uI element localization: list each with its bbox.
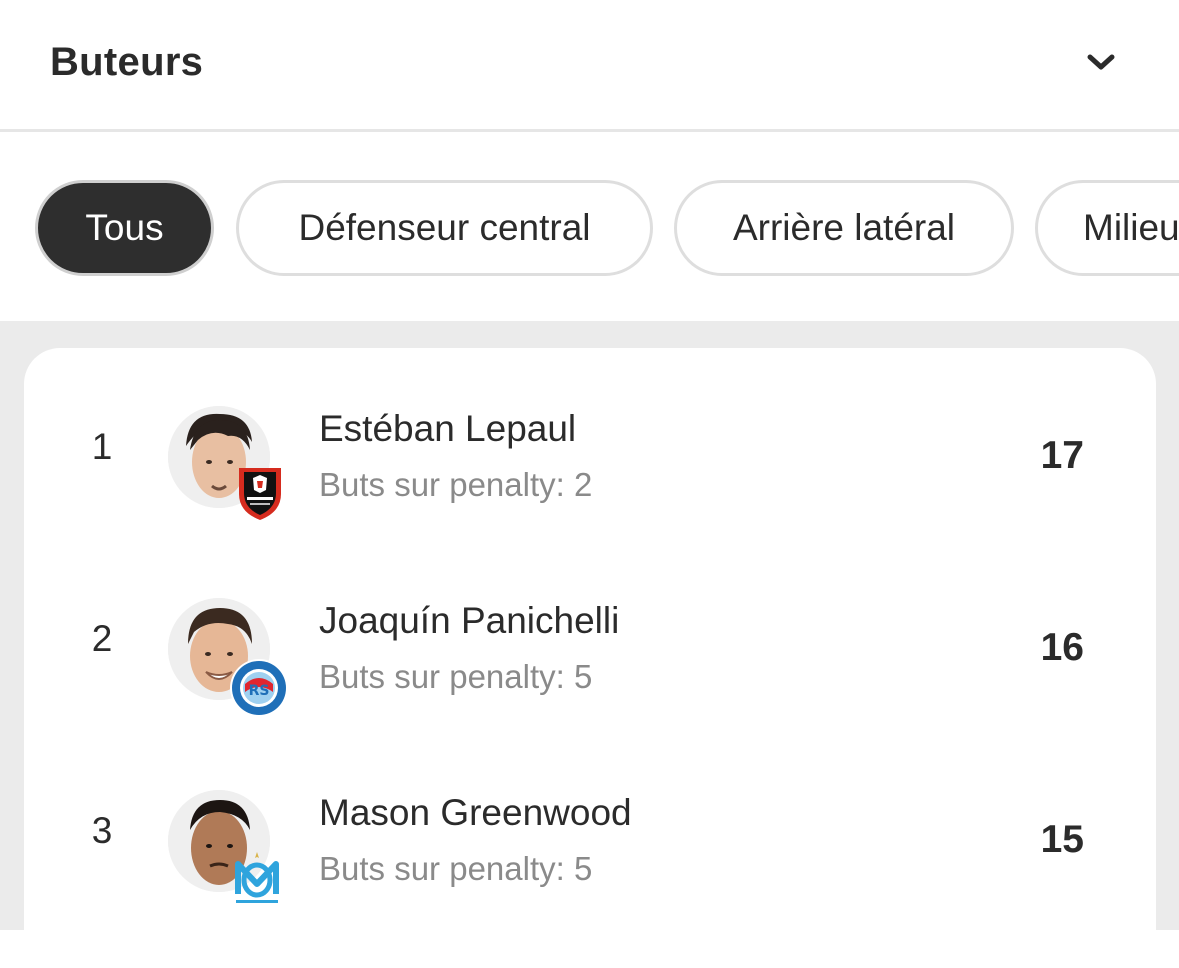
rc-strasbourg-badge-icon: RS (229, 658, 289, 718)
filter-chip-tous[interactable]: Tous (35, 180, 214, 276)
chevron-down-icon[interactable] (1086, 50, 1116, 74)
section-header[interactable]: Buteurs (0, 0, 1179, 132)
penalty-goals-text: Buts sur penalty: 2 (319, 466, 593, 503)
player-name: Joaquín Panichelli (319, 600, 620, 641)
penalty-goals-text: Buts sur penalty: 5 (319, 850, 593, 887)
player-name: Estéban Lepaul (319, 408, 577, 449)
penalty-goals-text: Buts sur penalty: 5 (319, 658, 593, 695)
goals-count: 15 (1040, 818, 1084, 861)
rank-number: 3 (91, 810, 113, 851)
filter-chip-milieu[interactable]: Milieu (1035, 180, 1179, 276)
scorer-row[interactable]: 1 Estéban Lepaul Buts sur penalty: 2 17 (24, 348, 1156, 540)
olympique-marseille-badge-icon (232, 850, 282, 910)
section-title: Buteurs (50, 40, 204, 84)
svg-text:RS: RS (249, 683, 270, 699)
scorers-card: 1 Estéban Lepaul Buts sur penalty: 2 17 … (24, 348, 1156, 968)
filter-chip-arriere-lateral[interactable]: Arrière latéral (674, 180, 1014, 276)
rank-number: 2 (91, 618, 113, 659)
stade-rennais-badge-icon (233, 464, 287, 522)
player-name: Mason Greenwood (319, 792, 632, 833)
scorer-row[interactable]: 3 Mason Greenwood Buts sur penalty: 5 15 (24, 732, 1156, 924)
goals-count: 17 (1040, 434, 1084, 477)
scorer-row[interactable]: 2 RS Joaquín Panichelli Buts sur penalty… (24, 540, 1156, 732)
goals-count: 16 (1040, 626, 1084, 669)
scorers-list-area: 1 Estéban Lepaul Buts sur penalty: 2 17 … (0, 321, 1179, 968)
rank-number: 1 (91, 426, 113, 467)
position-filter-bar: Tous Défenseur central Arrière latéral M… (0, 135, 1179, 321)
filter-chip-defenseur-central[interactable]: Défenseur central (236, 180, 653, 276)
